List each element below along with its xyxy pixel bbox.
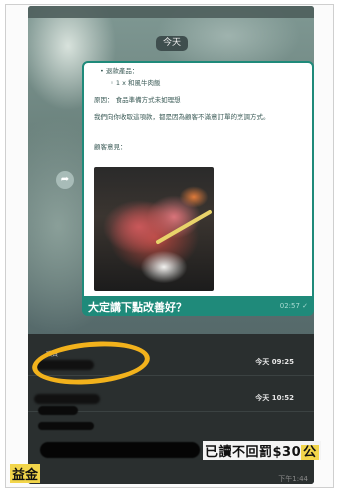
message-line: 顧客意見： bbox=[94, 143, 127, 151]
message-caption: 大定講下點改善好？ bbox=[88, 301, 187, 314]
headline-tail: 益金 bbox=[10, 464, 41, 483]
message-line: • 退款產品： bbox=[100, 67, 139, 75]
redacted-block bbox=[38, 422, 94, 430]
list-item-time: 今天 09:25 bbox=[255, 358, 294, 366]
message-caption-bar: 大定講下點改善好？ 02:57 ✓ bbox=[82, 296, 314, 316]
list-item-time: 今天 10:52 bbox=[255, 394, 294, 402]
message-line: 原因： 食品準備方式未如理想 bbox=[94, 96, 181, 104]
bottom-time: 下午1:44 bbox=[278, 475, 308, 483]
spoon-graphic bbox=[155, 209, 213, 245]
status-bar bbox=[28, 6, 314, 18]
headline-emph: 公 bbox=[301, 445, 319, 460]
message-bubble[interactable]: • 退款產品： ◦ 1 x 和風牛肉飯 原因： 食品準備方式未如理想 我們向你收… bbox=[82, 61, 314, 315]
redacted-block bbox=[38, 406, 78, 415]
food-photo[interactable] bbox=[94, 167, 214, 291]
headline-line: 已讀不回罰$30 公 bbox=[203, 441, 321, 460]
message-line: ◦ 1 x 和風牛肉飯 bbox=[110, 79, 161, 87]
date-chip: 今天 bbox=[156, 36, 189, 51]
chat-screen: 今天 ➦ • 退款產品： ◦ 1 x 和風牛肉飯 原因： 食品準備方式未如理想 … bbox=[28, 6, 314, 484]
forward-icon[interactable]: ➦ bbox=[56, 171, 74, 189]
message-time: 02:57 ✓ bbox=[279, 302, 308, 310]
redacted-name bbox=[34, 394, 100, 404]
message-line: 我們向你收取這項款，都是因為顧客不滿意訂單的烹調方式。 bbox=[94, 113, 270, 121]
overlay-headline: 已讀不回罰$30 公 bbox=[0, 440, 339, 464]
headline-text: 已讀不回罰$30 bbox=[205, 445, 302, 460]
